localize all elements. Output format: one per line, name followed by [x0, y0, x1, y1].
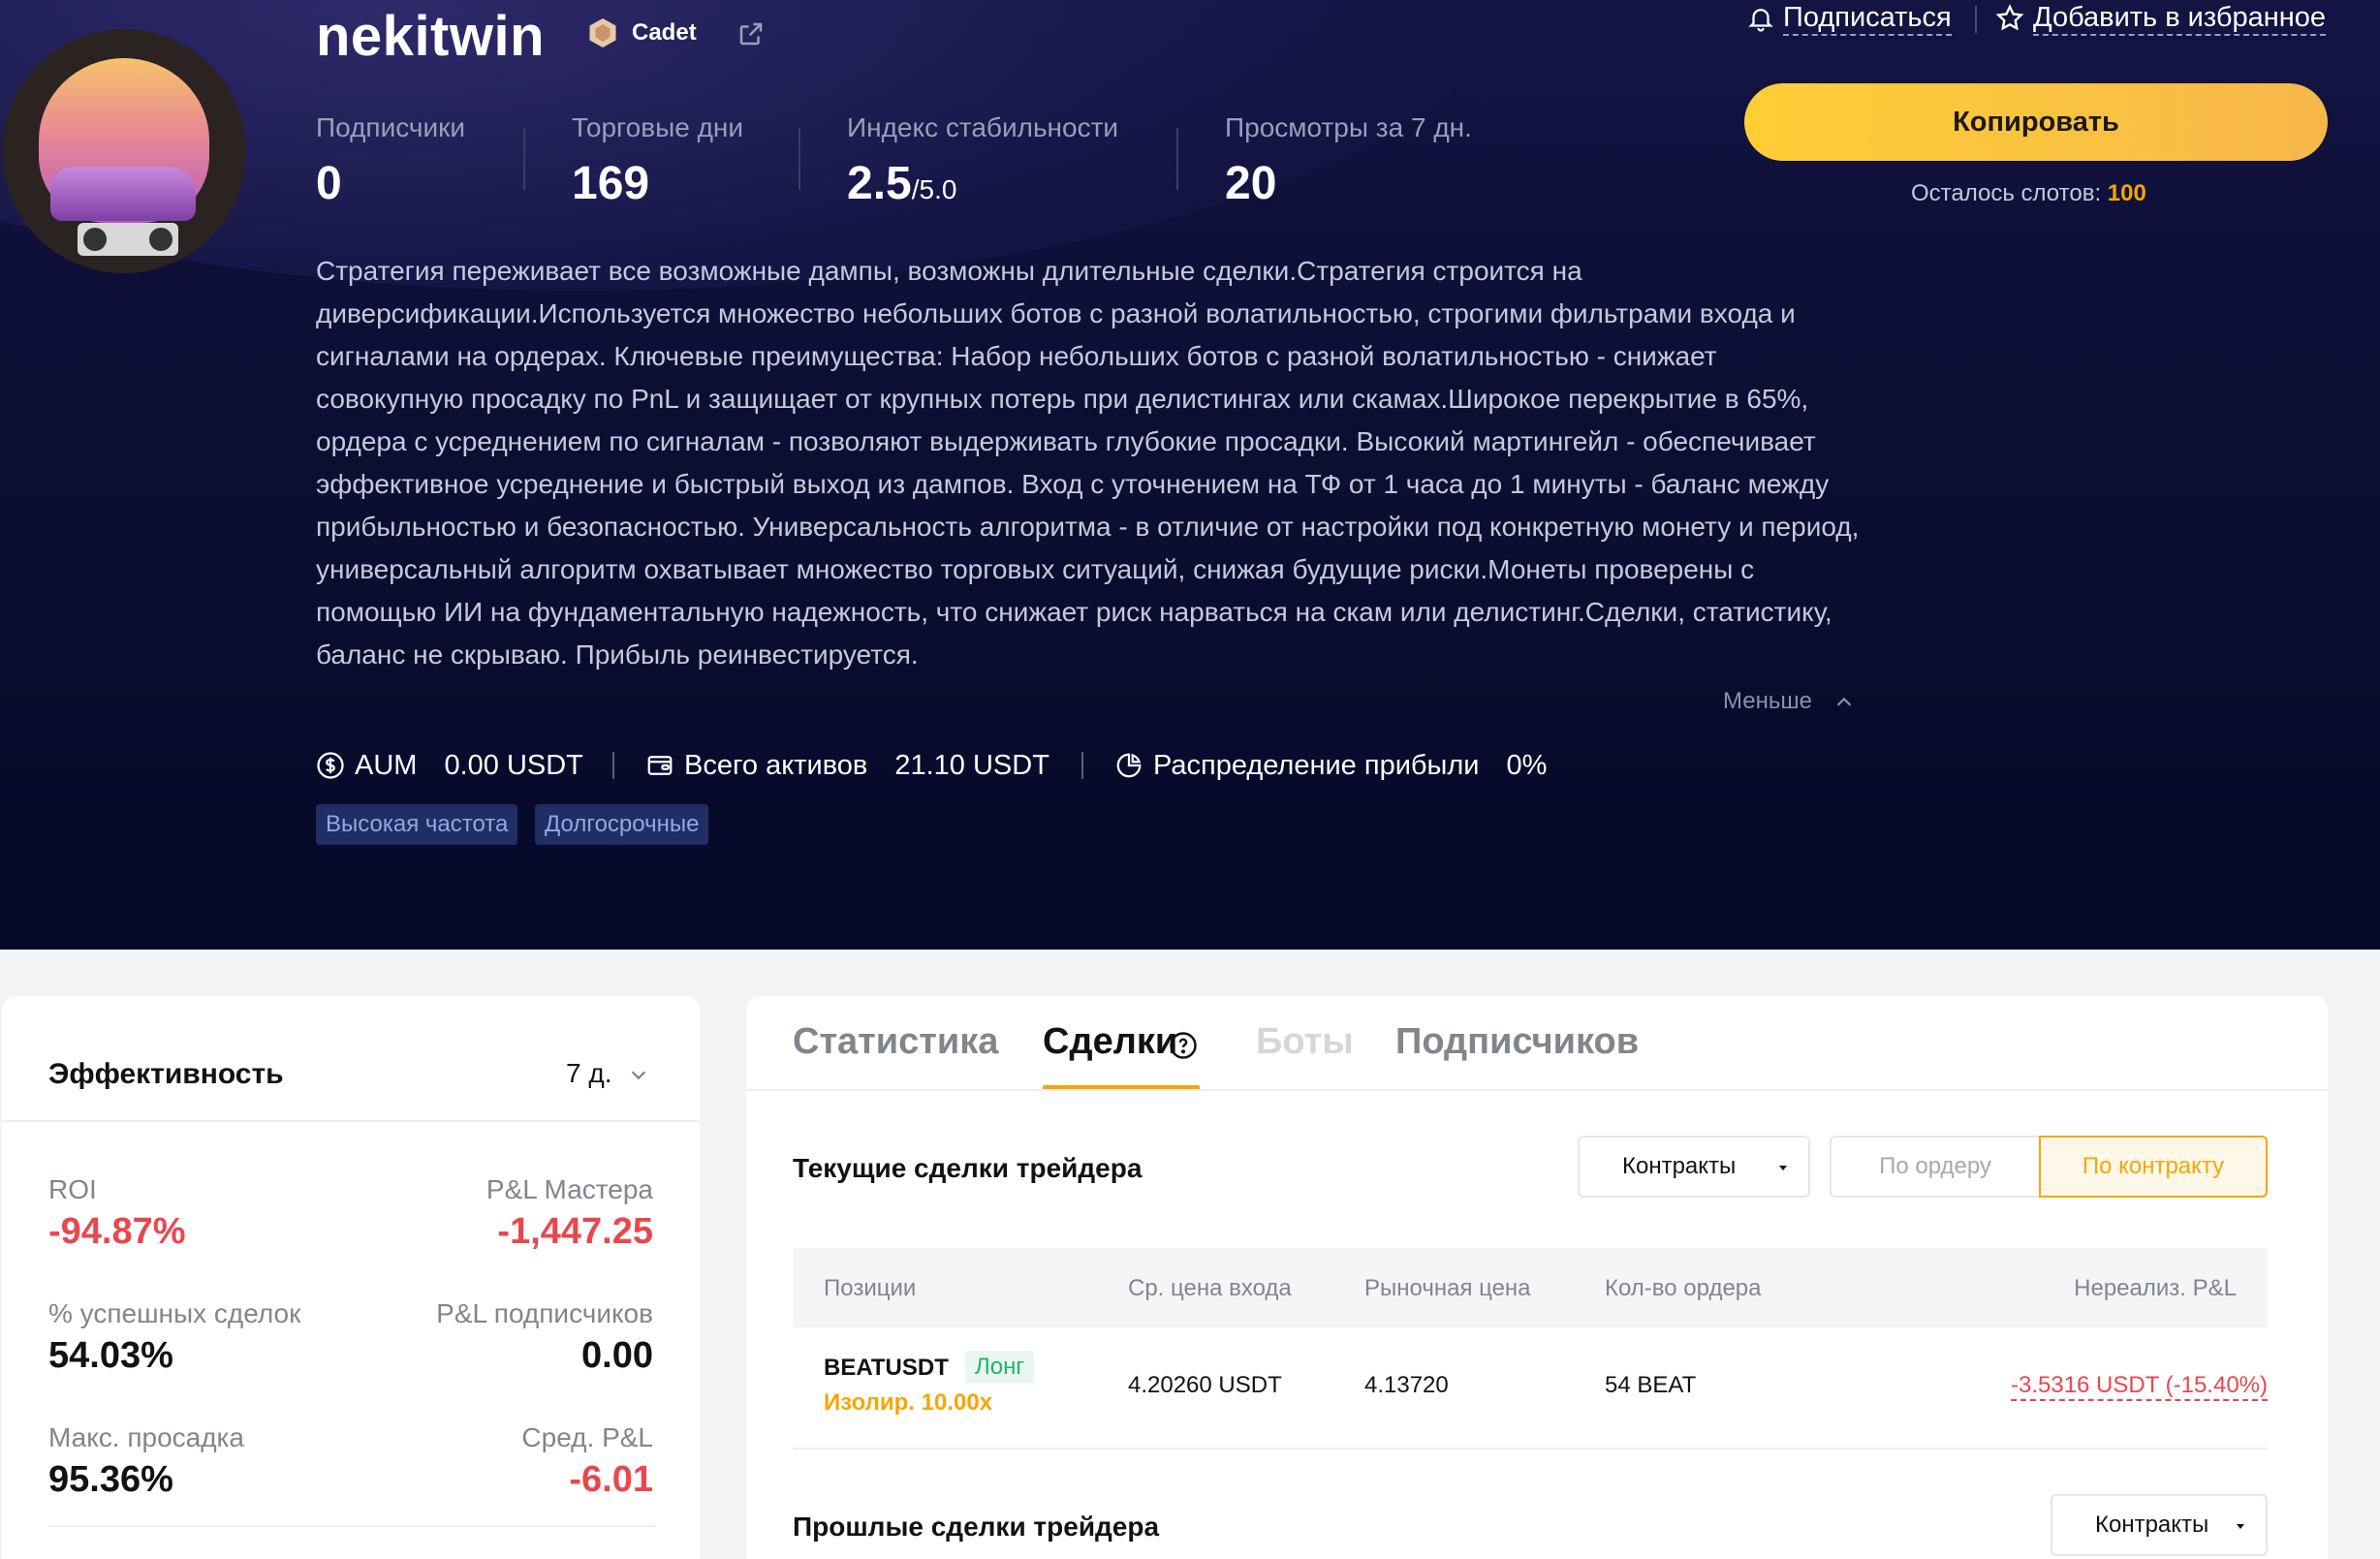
margin-mode: Изолир. 10.00x [824, 1389, 993, 1416]
pie-chart-icon [1116, 753, 1142, 778]
past-trades-title: Прошлые сделки трейдера [793, 1512, 1160, 1542]
column-header: Нереализ. P&L [2074, 1275, 2237, 1301]
divider [523, 128, 525, 190]
stability-max: /5.0 [911, 174, 957, 204]
add-to-favorites-label: Добавить в избранное [2033, 1, 2327, 36]
divider [48, 1525, 655, 1527]
master-pnl-label: P&L Мастера [485, 1174, 653, 1204]
order-quantity: 54 BEAT [1605, 1372, 1697, 1398]
profit-share-label: Распределение прибыли [1153, 749, 1480, 781]
roi-value: -94.87% [48, 1211, 186, 1252]
profit-share-value: 0% [1506, 749, 1548, 781]
slots-left-label: Осталось слотов: [1911, 180, 2102, 206]
period-selector[interactable]: 7 д. [566, 1058, 611, 1089]
table-header: Позиции Ср. цена входа Рыночная цена Кол… [793, 1248, 2268, 1327]
divider [2, 1120, 700, 1122]
stat-views-7d: Просмотры за 7 дн. 20 [1225, 112, 1472, 209]
slots-left: Осталось слотов: 100 [1911, 180, 2146, 207]
aum-label: AUM [355, 749, 418, 781]
tag-long-term: Долгосрочные [535, 804, 709, 845]
column-header: Кол-во ордера [1605, 1275, 1762, 1301]
rank-badge-icon [589, 18, 616, 47]
stat-stability-index: Индекс стабильности 2.5/5.0 [847, 112, 1119, 209]
max-drawdown-label: Макс. просадка [48, 1422, 244, 1452]
chevron-down-icon[interactable] [628, 1064, 649, 1085]
win-rate-value: 54.03% [48, 1335, 173, 1376]
divider [746, 1089, 2328, 1091]
tag-high-frequency: Высокая частота [316, 804, 518, 845]
dollar-circle-icon [317, 752, 344, 779]
aum-info: AUM 0.00 USDT [316, 746, 583, 785]
total-assets-label: Всего активов [684, 749, 868, 781]
divider [1975, 6, 1977, 33]
caret-down-icon [1779, 1166, 1787, 1170]
divider [799, 128, 800, 190]
subscribe-label: Подписаться [1783, 1, 1952, 36]
aum-value: 0.00 USDT [444, 749, 583, 781]
divider [793, 1448, 2268, 1450]
trades-card: Статистика Сделки Боты Подписчиков Текущ… [746, 996, 2328, 1559]
star-icon [1995, 4, 2024, 31]
performance-card: Эффективность 7 д. ROI -94.87% P&L Масте… [2, 996, 700, 1559]
contracts-dropdown[interactable]: Контракты [1578, 1136, 1810, 1198]
trader-header: nekitwin Cadet Подписчики 0 Торговые дни… [0, 0, 2380, 950]
divider [1176, 128, 1178, 190]
bell-icon [1748, 9, 1773, 32]
followers-pnl-value: 0.00 [581, 1335, 653, 1376]
past-contracts-dropdown-label: Контракты [2095, 1512, 2209, 1538]
stat-subscribers: Подписчики 0 [316, 112, 466, 209]
avg-pnl-label: Сред. P&L [521, 1422, 653, 1452]
unrealized-pnl[interactable]: -3.5316 USDT (-15.40%) [2010, 1372, 2268, 1401]
help-icon[interactable] [1169, 1031, 1198, 1060]
rank-label: Cadet [632, 19, 697, 46]
caret-down-icon [2237, 1524, 2244, 1529]
wallet-icon [647, 756, 673, 775]
trader-nickname: nekitwin [316, 5, 546, 68]
slots-left-value: 100 [2107, 180, 2146, 206]
by-order-toggle[interactable]: По ордеру [1830, 1136, 2041, 1198]
entry-price: 4.20260 USDT [1128, 1372, 1282, 1398]
stability-value: 2.5 [847, 158, 912, 209]
tab-bots[interactable]: Боты [1256, 1021, 1354, 1063]
total-assets-value: 21.10 USDT [894, 749, 1049, 781]
followers-pnl-label: P&L подписчиков [436, 1298, 653, 1328]
tab-subscribers[interactable]: Подписчиков [1395, 1021, 1639, 1063]
by-contract-toggle[interactable]: По контракту [2039, 1136, 2268, 1198]
chevron-up-icon[interactable] [1833, 692, 1855, 713]
avatar [2, 29, 246, 273]
divider [1081, 752, 1083, 779]
subscribe-button[interactable]: Подписаться [1746, 0, 1952, 37]
profit-share-info: Распределение прибыли 0% [1114, 746, 1547, 785]
win-rate-label: % успешных сделок [48, 1298, 301, 1328]
show-less-link[interactable]: Меньше [1723, 688, 1812, 715]
divider [612, 752, 614, 779]
column-header: Рыночная цена [1364, 1275, 1531, 1301]
position-symbol[interactable]: BEATUSDT [824, 1355, 949, 1382]
roi-label: ROI [48, 1174, 97, 1204]
add-to-favorites-button[interactable]: Добавить в избранное [1994, 0, 2327, 37]
stat-trading-days: Торговые дни 169 [572, 112, 744, 209]
max-drawdown-value: 95.36% [48, 1459, 173, 1500]
strategy-description: Стратегия переживает все возможные дампы… [316, 256, 1860, 670]
market-price: 4.13720 [1364, 1372, 1449, 1398]
past-contracts-dropdown[interactable]: Контракты [2051, 1494, 2268, 1556]
avg-pnl-value: -6.01 [569, 1459, 653, 1500]
side-badge: Лонг [965, 1351, 1035, 1384]
current-trades-title: Текущие сделки трейдера [793, 1153, 1143, 1183]
column-header: Ср. цена входа [1128, 1275, 1292, 1301]
contracts-dropdown-label: Контракты [1622, 1153, 1737, 1179]
copy-button[interactable]: Копировать [1744, 83, 2328, 161]
tab-trades[interactable]: Сделки [1043, 1021, 1177, 1063]
external-link-icon[interactable] [736, 19, 766, 48]
total-assets-info: Всего активов 21.10 USDT [645, 746, 1049, 785]
master-pnl-value: -1,447.25 [497, 1211, 653, 1252]
performance-title: Эффективность [48, 1058, 284, 1090]
tab-statistics[interactable]: Статистика [793, 1021, 998, 1063]
column-header: Позиции [824, 1275, 917, 1301]
